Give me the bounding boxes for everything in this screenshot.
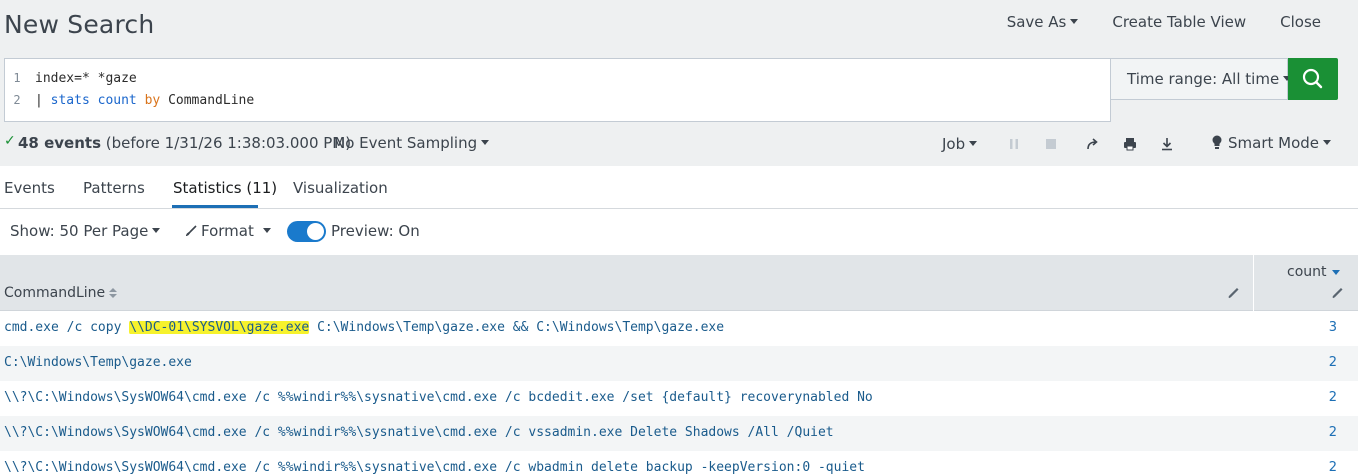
sort-icon xyxy=(109,287,118,299)
print-icon[interactable] xyxy=(1122,136,1138,152)
per-page-menu[interactable]: Show: 50 Per Page xyxy=(10,222,161,240)
commandline-cell[interactable]: \\?\C:\Windows\SysWOW64\cmd.exe /c %%win… xyxy=(4,390,873,405)
search-bar: 1 index=* *gaze 2 | stats count by Command… xyxy=(4,58,1338,122)
by-keyword: by xyxy=(144,93,161,108)
table-row: cmd.exe /c copy \\DC-01\SYSVOL\gaze.exe … xyxy=(0,311,1358,346)
event-count-number: 48 events xyxy=(18,134,101,152)
page-header: New Search Save As Create Table View Clo… xyxy=(0,0,1358,52)
download-icon[interactable] xyxy=(1159,136,1175,152)
query-line-1: 1 index=* *gaze xyxy=(5,67,137,89)
header-actions: Save As Create Table View Close xyxy=(1007,13,1358,31)
brush-icon xyxy=(185,225,197,237)
command-keyword: stats xyxy=(50,93,90,108)
statistics-table: CommandLine count cmd.exe /c copy \\DC-0… xyxy=(0,255,1358,474)
per-page-label: Show: 50 Per Page xyxy=(10,222,149,240)
format-label: Format xyxy=(201,222,254,240)
chevron-down-icon xyxy=(1070,19,1079,24)
chevron-down-icon xyxy=(481,140,490,145)
results-tabs: Events Patterns Statistics (11) Visualiz… xyxy=(0,166,1358,209)
pencil-icon[interactable] xyxy=(1227,287,1239,299)
event-count: 48 events (before 1/31/26 1:38:03.000 PM… xyxy=(18,134,351,152)
tab-visualization[interactable]: Visualization xyxy=(293,179,388,197)
line-number: 1 xyxy=(13,71,21,85)
table-row: \\?\C:\Windows\SysWOW64\cmd.exe /c %%win… xyxy=(0,381,1358,416)
close-button[interactable]: Close xyxy=(1280,13,1321,31)
sort-descending-icon xyxy=(1331,269,1340,275)
chevron-down-icon xyxy=(152,228,161,233)
line-number: 2 xyxy=(13,93,21,107)
cell-text: C:\Windows\Temp\gaze.exe && C:\Windows\T… xyxy=(309,320,725,335)
search-mode-label: Smart Mode xyxy=(1228,134,1320,152)
function-keyword: count xyxy=(97,93,137,108)
magnifier-icon xyxy=(1302,68,1323,89)
column-divider xyxy=(1253,255,1254,311)
check-icon: ✓ xyxy=(4,133,16,149)
time-range-picker[interactable]: Time range: All time xyxy=(1111,58,1292,100)
count-cell[interactable]: 2 xyxy=(1329,355,1337,370)
active-tab-indicator xyxy=(172,205,258,208)
search-query-editor[interactable]: 1 index=* *gaze 2 | stats count by Command… xyxy=(4,58,1111,122)
chevron-down-icon xyxy=(262,228,271,233)
lightbulb-icon xyxy=(1212,135,1222,149)
stop-icon[interactable] xyxy=(1043,136,1059,152)
column-header-label: count xyxy=(1287,264,1327,280)
toggle-knob xyxy=(307,223,324,240)
column-header-count[interactable]: count xyxy=(1287,264,1340,280)
commandline-cell[interactable]: cmd.exe /c copy \\DC-01\SYSVOL\gaze.exe … xyxy=(4,320,724,335)
commandline-cell[interactable]: \\?\C:\Windows\SysWOW64\cmd.exe /c %%win… xyxy=(4,460,865,474)
highlighted-text: \\DC-01\SYSVOL\gaze.exe xyxy=(129,320,310,335)
cell-text: cmd.exe /c copy xyxy=(4,320,130,335)
event-count-detail: (before 1/31/26 1:38:03.000 PM) xyxy=(105,134,352,152)
count-cell[interactable]: 2 xyxy=(1329,460,1337,474)
preview-label: Preview: On xyxy=(331,222,420,240)
event-sampling-label: No Event Sampling xyxy=(334,134,478,152)
search-mode-menu[interactable]: Smart Mode xyxy=(1211,134,1332,152)
create-table-view-button[interactable]: Create Table View xyxy=(1112,13,1246,31)
commandline-cell[interactable]: C:\Windows\Temp\gaze.exe xyxy=(4,355,192,370)
pause-icon[interactable] xyxy=(1006,136,1022,152)
save-as-menu[interactable]: Save As xyxy=(1007,13,1079,31)
page-title: New Search xyxy=(4,10,155,39)
chevron-down-icon xyxy=(1323,140,1332,145)
tab-events[interactable]: Events xyxy=(4,179,55,197)
job-status-bar: ✓ 48 events (before 1/31/26 1:38:03.000 … xyxy=(0,132,1358,156)
tab-patterns[interactable]: Patterns xyxy=(83,179,145,197)
search-button[interactable] xyxy=(1288,58,1338,100)
table-header: CommandLine count xyxy=(0,255,1358,311)
time-range-label: Time range: All time xyxy=(1127,70,1280,88)
tab-statistics[interactable]: Statistics (11) xyxy=(173,179,277,197)
column-header-label: CommandLine xyxy=(4,285,106,301)
format-menu[interactable]: Format xyxy=(185,222,271,240)
chevron-down-icon xyxy=(969,141,978,146)
job-menu[interactable]: Job xyxy=(942,135,978,153)
preview-toggle[interactable] xyxy=(287,221,326,242)
share-icon[interactable] xyxy=(1085,136,1101,152)
job-label: Job xyxy=(942,135,966,153)
pencil-icon[interactable] xyxy=(1331,287,1343,299)
query-text: index=* *gaze xyxy=(35,71,137,86)
pipe-symbol: | xyxy=(35,93,51,108)
commandline-cell[interactable]: \\?\C:\Windows\SysWOW64\cmd.exe /c %%win… xyxy=(4,425,834,440)
count-cell[interactable]: 3 xyxy=(1329,320,1337,335)
event-sampling-menu[interactable]: No Event Sampling xyxy=(334,134,490,152)
table-row: \\?\C:\Windows\SysWOW64\cmd.exe /c %%win… xyxy=(0,416,1358,451)
field-name: CommandLine xyxy=(168,93,255,108)
query-text: | stats count by CommandLine xyxy=(35,93,254,108)
table-controls: Show: 50 Per Page Format Preview: On xyxy=(0,209,1358,255)
table-row: \\?\C:\Windows\SysWOW64\cmd.exe /c %%win… xyxy=(0,451,1358,474)
column-header-commandline[interactable]: CommandLine xyxy=(4,285,118,301)
save-as-label: Save As xyxy=(1006,13,1067,31)
table-row: C:\Windows\Temp\gaze.exe 2 xyxy=(0,346,1358,381)
count-cell[interactable]: 2 xyxy=(1329,425,1337,440)
count-cell[interactable]: 2 xyxy=(1329,390,1337,405)
query-line-2: 2 | stats count by CommandLine xyxy=(5,89,254,111)
